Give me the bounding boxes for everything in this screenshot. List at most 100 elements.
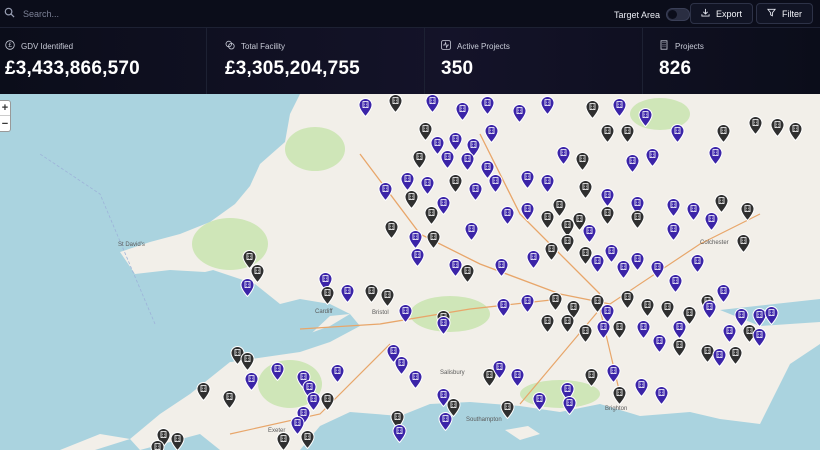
project-pin-icon[interactable] bbox=[420, 176, 435, 195]
project-pin-icon[interactable] bbox=[480, 96, 495, 115]
filter-button[interactable]: Filter bbox=[756, 3, 813, 24]
export-button[interactable]: Export bbox=[690, 3, 754, 24]
project-pin-icon[interactable] bbox=[728, 346, 743, 365]
project-pin-icon[interactable] bbox=[240, 278, 255, 297]
project-pin-icon[interactable] bbox=[492, 360, 507, 379]
project-pin-icon[interactable] bbox=[436, 196, 451, 215]
project-pin-icon[interactable] bbox=[600, 124, 615, 143]
project-pin-icon[interactable] bbox=[606, 364, 621, 383]
project-pin-icon[interactable] bbox=[544, 242, 559, 261]
project-pin-icon[interactable] bbox=[640, 298, 655, 317]
project-pin-icon[interactable] bbox=[196, 382, 211, 401]
project-pin-icon[interactable] bbox=[562, 396, 577, 415]
project-pin-icon[interactable] bbox=[714, 194, 729, 213]
project-pin-icon[interactable] bbox=[654, 386, 669, 405]
project-pin-icon[interactable] bbox=[690, 254, 705, 273]
project-pin-icon[interactable] bbox=[540, 314, 555, 333]
project-pin-icon[interactable] bbox=[404, 190, 419, 209]
project-pin-icon[interactable] bbox=[468, 182, 483, 201]
project-pin-icon[interactable] bbox=[540, 96, 555, 115]
project-pin-icon[interactable] bbox=[410, 248, 425, 267]
project-pin-icon[interactable] bbox=[320, 286, 335, 305]
project-pin-icon[interactable] bbox=[722, 324, 737, 343]
search-box[interactable] bbox=[4, 6, 404, 22]
project-pin-icon[interactable] bbox=[625, 154, 640, 173]
project-pin-icon[interactable] bbox=[488, 174, 503, 193]
project-pin-icon[interactable] bbox=[560, 314, 575, 333]
project-pin-icon[interactable] bbox=[612, 320, 627, 339]
project-pin-icon[interactable] bbox=[712, 348, 727, 367]
project-pin-icon[interactable] bbox=[394, 356, 409, 375]
project-pin-icon[interactable] bbox=[484, 124, 499, 143]
project-pin-icon[interactable] bbox=[520, 202, 535, 221]
search-input[interactable] bbox=[23, 9, 383, 19]
project-pin-icon[interactable] bbox=[552, 198, 567, 217]
project-pin-icon[interactable] bbox=[620, 290, 635, 309]
project-pin-icon[interactable] bbox=[425, 94, 440, 113]
project-pin-icon[interactable] bbox=[426, 230, 441, 249]
project-pin-icon[interactable] bbox=[512, 104, 527, 123]
project-pin-icon[interactable] bbox=[708, 146, 723, 165]
project-pin-icon[interactable] bbox=[330, 364, 345, 383]
project-pin-icon[interactable] bbox=[578, 324, 593, 343]
project-pin-icon[interactable] bbox=[244, 372, 259, 391]
project-pin-icon[interactable] bbox=[666, 198, 681, 217]
project-pin-icon[interactable] bbox=[630, 252, 645, 271]
project-pin-icon[interactable] bbox=[380, 288, 395, 307]
project-pin-icon[interactable] bbox=[645, 148, 660, 167]
project-pin-icon[interactable] bbox=[584, 368, 599, 387]
project-pin-icon[interactable] bbox=[764, 306, 779, 325]
project-pin-icon[interactable] bbox=[670, 124, 685, 143]
project-pin-icon[interactable] bbox=[448, 174, 463, 193]
project-pin-icon[interactable] bbox=[612, 98, 627, 117]
project-pin-icon[interactable] bbox=[392, 424, 407, 443]
project-pin-icon[interactable] bbox=[438, 412, 453, 431]
project-pin-icon[interactable] bbox=[548, 292, 563, 311]
project-pin-icon[interactable] bbox=[500, 206, 515, 225]
target-area-toggle[interactable] bbox=[666, 8, 691, 21]
project-pin-icon[interactable] bbox=[686, 202, 701, 221]
project-pin-icon[interactable] bbox=[320, 392, 335, 411]
project-pin-icon[interactable] bbox=[340, 284, 355, 303]
project-pin-icon[interactable] bbox=[494, 258, 509, 277]
project-pin-icon[interactable] bbox=[496, 298, 511, 317]
zoom-in-button[interactable]: + bbox=[0, 101, 10, 116]
project-pin-icon[interactable] bbox=[702, 300, 717, 319]
project-pin-icon[interactable] bbox=[358, 98, 373, 117]
project-pin-icon[interactable] bbox=[582, 224, 597, 243]
project-pin-icon[interactable] bbox=[532, 392, 547, 411]
project-pin-icon[interactable] bbox=[412, 150, 427, 169]
project-pin-icon[interactable] bbox=[560, 234, 575, 253]
project-pin-icon[interactable] bbox=[668, 274, 683, 293]
projects-map[interactable]: Cardiff Bristol Southampton Brighton Col… bbox=[0, 94, 820, 450]
project-pin-icon[interactable] bbox=[620, 124, 635, 143]
project-pin-icon[interactable] bbox=[300, 430, 315, 449]
project-pin-icon[interactable] bbox=[526, 250, 541, 269]
project-pin-icon[interactable] bbox=[455, 102, 470, 121]
project-pin-icon[interactable] bbox=[600, 206, 615, 225]
project-pin-icon[interactable] bbox=[596, 320, 611, 339]
project-pin-icon[interactable] bbox=[520, 170, 535, 189]
project-pin-icon[interactable] bbox=[672, 338, 687, 357]
project-pin-icon[interactable] bbox=[270, 362, 285, 381]
project-pin-icon[interactable] bbox=[500, 400, 515, 419]
project-pin-icon[interactable] bbox=[585, 100, 600, 119]
project-pin-icon[interactable] bbox=[666, 222, 681, 241]
project-pin-icon[interactable] bbox=[520, 294, 535, 313]
project-pin-icon[interactable] bbox=[638, 108, 653, 127]
project-pin-icon[interactable] bbox=[448, 132, 463, 151]
project-pin-icon[interactable] bbox=[672, 320, 687, 339]
project-pin-icon[interactable] bbox=[578, 180, 593, 199]
project-pin-icon[interactable] bbox=[388, 94, 403, 113]
project-pin-icon[interactable] bbox=[222, 390, 237, 409]
project-pin-icon[interactable] bbox=[630, 210, 645, 229]
project-pin-icon[interactable] bbox=[770, 118, 785, 137]
project-pin-icon[interactable] bbox=[788, 122, 803, 141]
project-pin-icon[interactable] bbox=[634, 378, 649, 397]
project-pin-icon[interactable] bbox=[556, 146, 571, 165]
project-pin-icon[interactable] bbox=[736, 234, 751, 253]
project-pin-icon[interactable] bbox=[378, 182, 393, 201]
project-pin-icon[interactable] bbox=[660, 300, 675, 319]
project-pin-icon[interactable] bbox=[650, 260, 665, 279]
project-pin-icon[interactable] bbox=[540, 174, 555, 193]
